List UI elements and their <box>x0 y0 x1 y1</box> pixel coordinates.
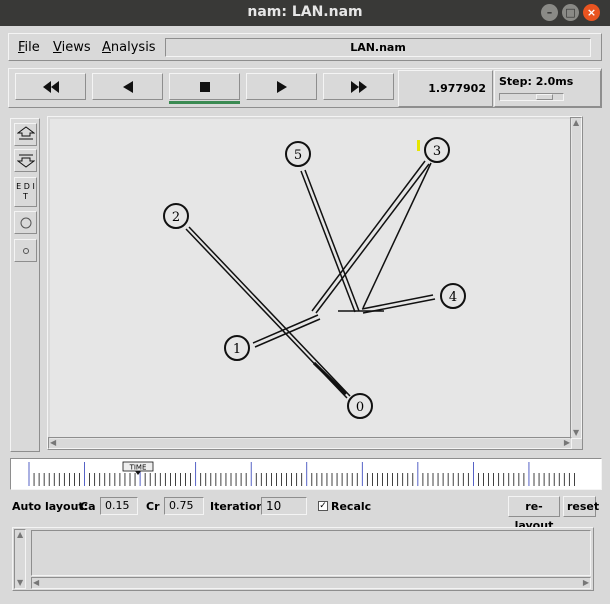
cr-input[interactable]: 0.75 <box>164 497 204 515</box>
play-forward-button[interactable] <box>246 73 317 100</box>
annotation-scroll-down-icon[interactable]: ▼ <box>17 578 23 588</box>
annotation-text-area[interactable] <box>31 530 591 576</box>
node-small-button[interactable] <box>14 239 37 262</box>
network-topology[interactable]: 0 1 2 3 4 5 <box>50 119 572 439</box>
zoom-in-icon <box>16 126 35 140</box>
canvas-vertical-scrollbar[interactable]: ▲ ▼ <box>570 117 582 439</box>
playback-controls: 1.977902 Step: 2.0ms <box>8 68 602 108</box>
large-circle-icon <box>20 217 31 229</box>
time-marker-label: TIME <box>129 464 147 472</box>
fast-rewind-icon <box>42 81 59 93</box>
step-control: Step: 2.0ms <box>494 70 601 107</box>
node-5-label: 5 <box>294 148 302 163</box>
timeline[interactable]: TIME <box>10 458 602 490</box>
annotation-horizontal-scrollbar[interactable]: ◀ ▶ <box>31 577 591 589</box>
scroll-left-arrow-icon[interactable]: ◀ <box>50 438 56 448</box>
small-circle-icon <box>22 248 29 254</box>
maximize-icon[interactable]: □ <box>562 4 579 21</box>
link-5-lan-b <box>304 169 360 312</box>
link-1-lan <box>252 314 319 344</box>
play-forward-icon <box>276 81 287 93</box>
menu-views[interactable]: Views <box>53 40 91 55</box>
scroll-right-arrow-icon[interactable]: ▶ <box>564 438 570 448</box>
packet <box>417 140 420 151</box>
node-group: 0 1 2 3 4 5 <box>163 137 466 419</box>
reset-button[interactable]: reset <box>563 496 599 517</box>
node-4-label: 4 <box>449 290 457 305</box>
annotation-vertical-scrollbar[interactable]: ▲ ▼ <box>14 529 26 589</box>
menu-analysis[interactable]: Analysis <box>102 40 156 55</box>
play-backward-button[interactable] <box>92 73 163 100</box>
stop-icon <box>199 82 210 92</box>
link-3-lan-b <box>315 163 430 314</box>
zoom-out-button[interactable] <box>14 149 37 172</box>
scroll-down-arrow-icon[interactable]: ▼ <box>573 428 579 438</box>
link-3-lan <box>311 160 426 312</box>
tool-sidebar: E D I T <box>10 118 40 452</box>
window-titlebar: nam: LAN.nam – □ × <box>0 0 610 26</box>
menu-file[interactable]: File <box>18 40 40 55</box>
link-3-lan-c <box>362 162 432 309</box>
window-title: nam: LAN.nam <box>247 4 363 20</box>
annotation-scroll-right-icon[interactable]: ▶ <box>583 578 589 588</box>
ca-input[interactable]: 0.15 <box>100 497 138 515</box>
fast-rewind-button[interactable] <box>15 73 86 100</box>
current-time-value: 1.977902 <box>428 82 486 95</box>
annotation-panel: ▲ ▼ ◀ ▶ <box>12 527 594 591</box>
network-canvas[interactable]: 0 1 2 3 4 5 ▲ ▼ ◀ ▶ <box>47 116 583 450</box>
stop-button[interactable] <box>169 73 240 104</box>
auto-layout-label: Auto layout: <box>12 500 89 513</box>
node-0-label: 0 <box>356 400 364 415</box>
minimize-icon[interactable]: – <box>541 4 558 21</box>
annotation-scroll-up-icon[interactable]: ▲ <box>17 530 23 540</box>
fast-forward-button[interactable] <box>323 73 394 100</box>
play-backward-icon <box>122 81 133 93</box>
relayout-button[interactable]: re-layout <box>508 496 560 532</box>
trace-filename: LAN.nam <box>165 38 591 57</box>
timeline-ticks: TIME <box>28 461 575 486</box>
link-2-0-b <box>188 226 351 397</box>
node-1-label: 1 <box>233 342 241 357</box>
scroll-up-arrow-icon[interactable]: ▲ <box>573 118 579 128</box>
auto-layout-bar: Auto layout: Ca 0.15 Cr 0.75 Iterations … <box>8 494 602 532</box>
node-2-label: 2 <box>172 210 180 225</box>
recalc-label: Recalc <box>331 500 372 513</box>
recalc-checkbox-icon[interactable]: ✓ <box>318 501 328 511</box>
link-1-0 <box>312 361 348 396</box>
step-label: Step: 2.0ms <box>499 75 574 88</box>
link-1-lan-b <box>254 318 321 348</box>
step-slider-thumb[interactable] <box>536 94 553 100</box>
node-3-label: 3 <box>433 144 441 159</box>
annotation-scroll-left-icon[interactable]: ◀ <box>33 578 39 588</box>
canvas-horizontal-scrollbar[interactable]: ◀ ▶ <box>48 437 572 449</box>
ca-label: Ca <box>80 500 96 513</box>
zoom-in-button[interactable] <box>14 123 37 146</box>
step-slider[interactable] <box>499 93 564 101</box>
menubar: File Views Analysis LAN.nam <box>8 33 602 61</box>
fast-forward-icon <box>350 81 367 93</box>
edit-button[interactable]: E D I T <box>14 177 37 207</box>
close-icon[interactable]: × <box>583 4 600 21</box>
iterations-input[interactable]: 10 <box>261 497 307 515</box>
node-large-button[interactable] <box>14 211 37 234</box>
cr-label: Cr <box>146 500 160 513</box>
current-time-display: 1.977902 <box>398 70 493 107</box>
zoom-out-icon <box>16 154 35 168</box>
